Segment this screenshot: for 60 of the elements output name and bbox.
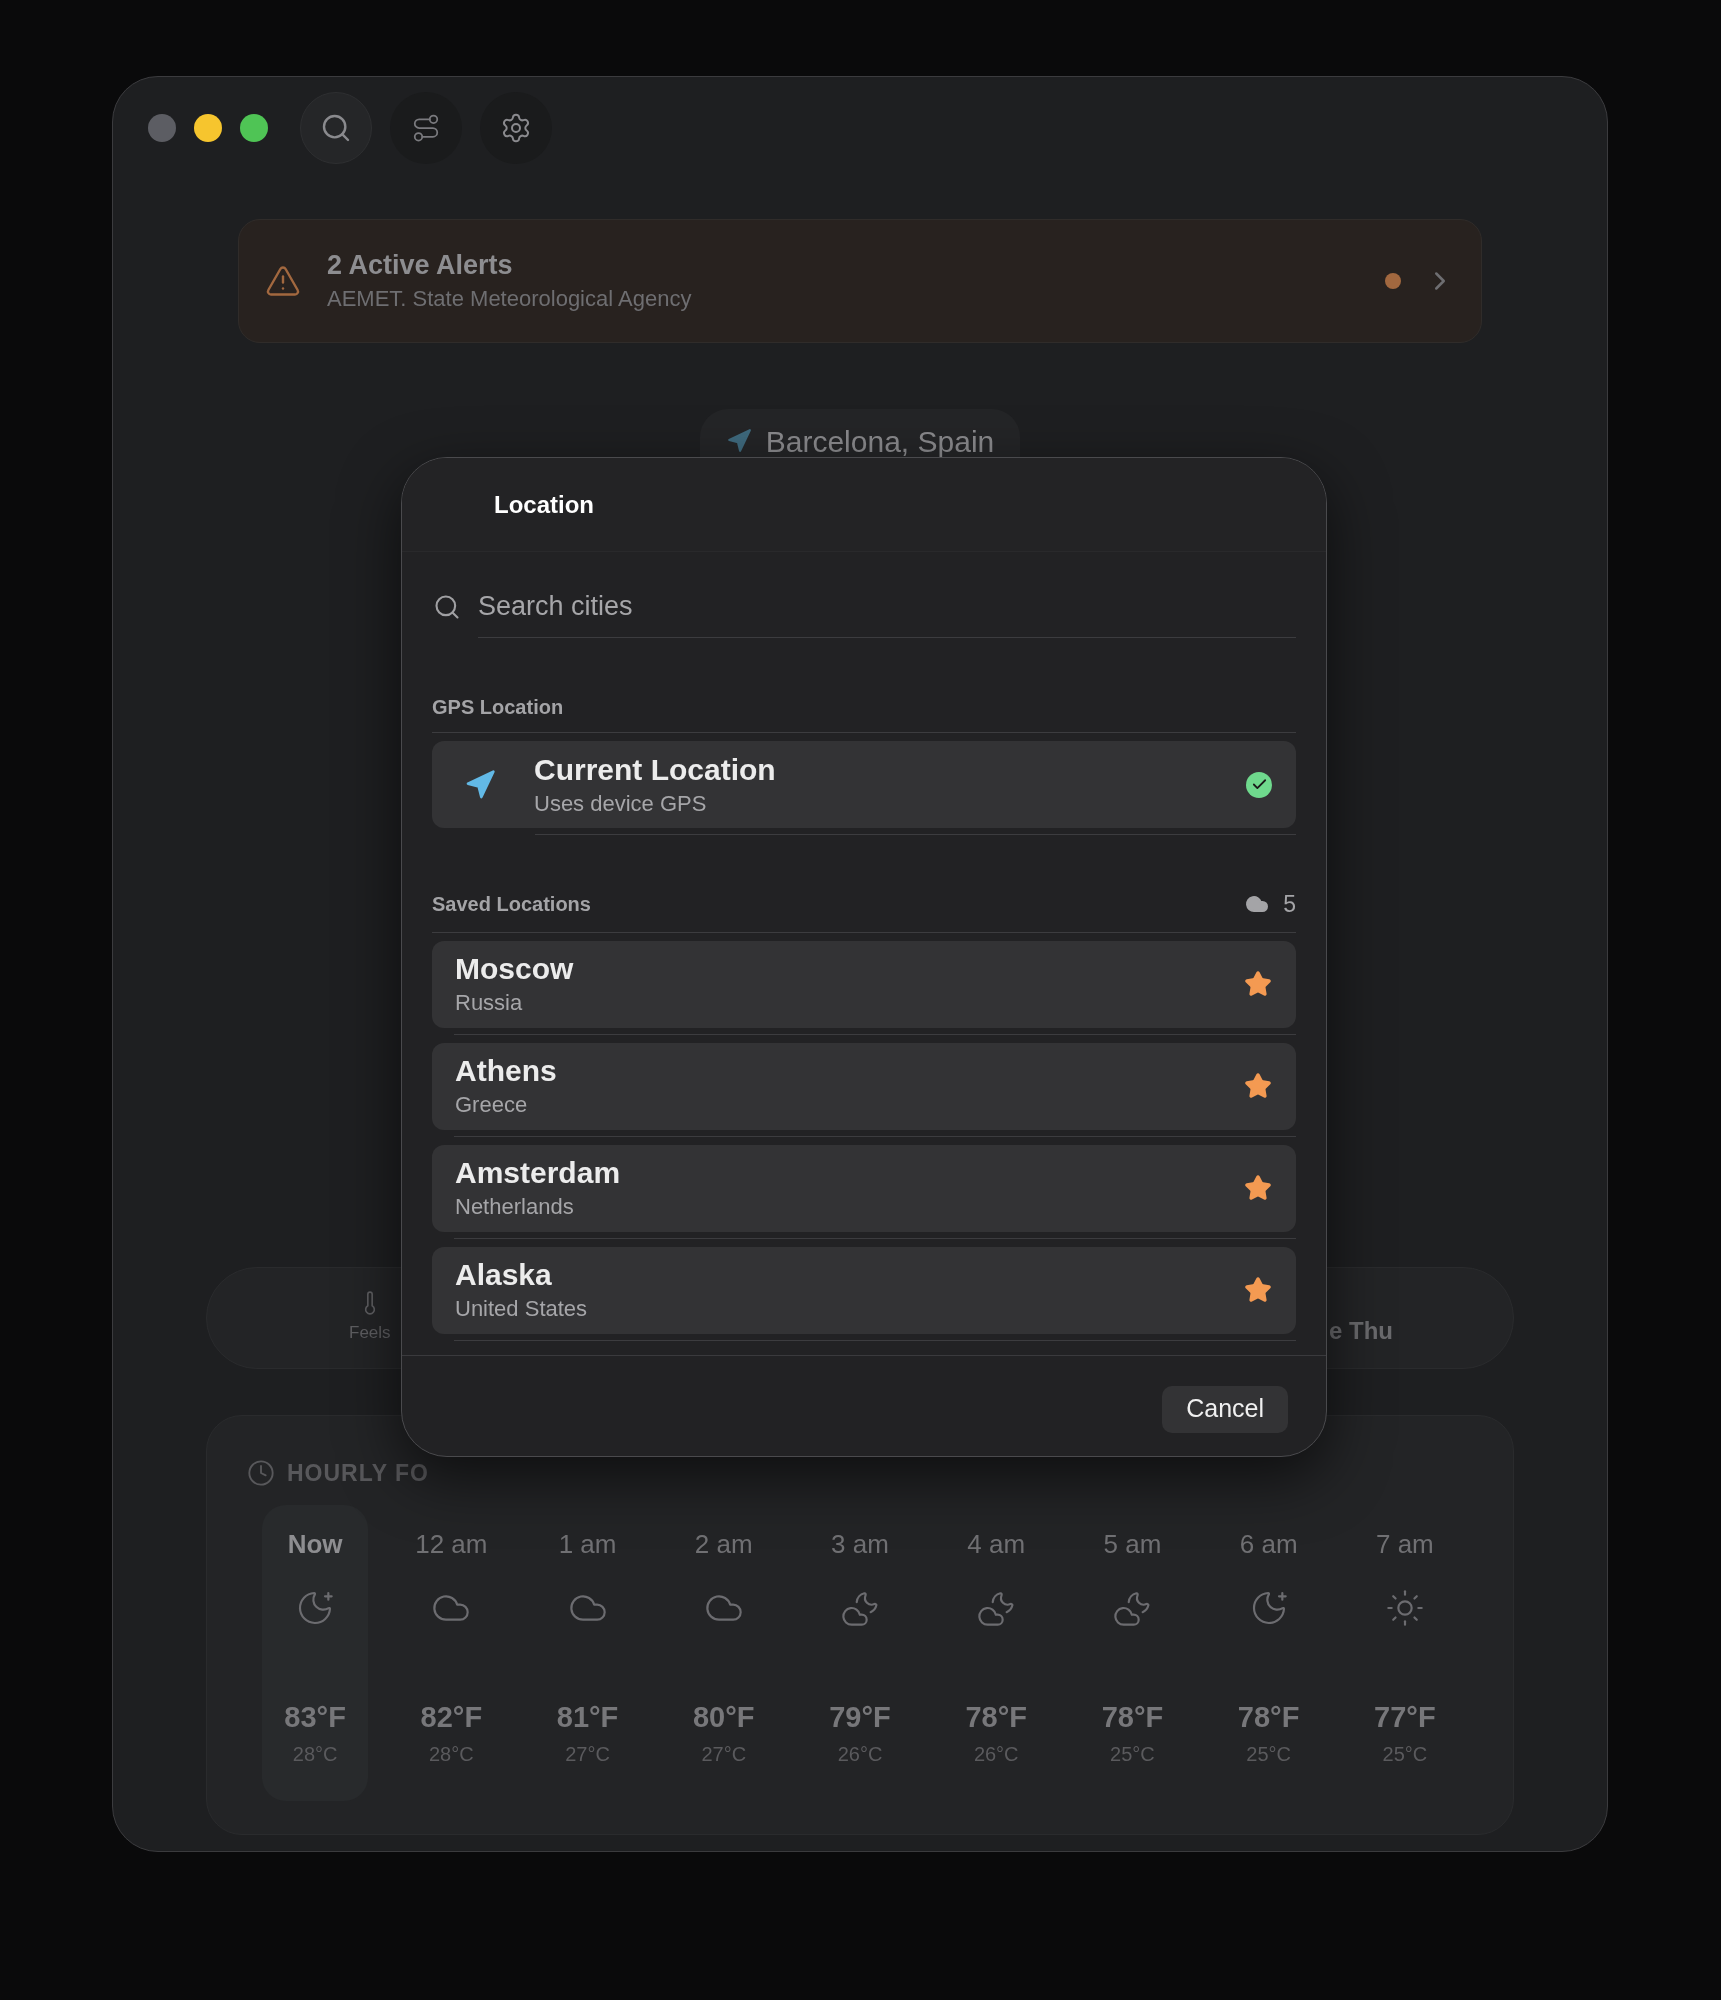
- star-icon[interactable]: [1244, 970, 1272, 998]
- temperature-f: 78°F: [1101, 1699, 1164, 1735]
- hour-label: 2 am: [694, 1527, 753, 1561]
- hour-label: 12 am: [415, 1527, 488, 1561]
- saved-location-row[interactable]: Moscow Russia: [432, 940, 1296, 1028]
- alert-banner[interactable]: 2 Active Alerts AEMET. State Meteorological Agency: [238, 219, 1482, 343]
- window-control[interactable]: [240, 114, 268, 142]
- search-field[interactable]: Search cities: [478, 576, 1296, 638]
- current-location-row[interactable]: Current Location Uses device GPS: [432, 741, 1296, 828]
- hour-label: 1 am: [558, 1527, 617, 1561]
- country-name: Netherlands: [455, 1193, 575, 1221]
- hour-label: Now: [287, 1527, 343, 1561]
- temperature-f: 81°F: [556, 1699, 619, 1735]
- temperature-f: 82°F: [420, 1699, 483, 1735]
- conditions-label: e Thu: [1329, 1316, 1393, 1346]
- star-icon[interactable]: [1244, 1276, 1272, 1304]
- city-name: Athens: [455, 1053, 558, 1089]
- location-arrow-icon: [464, 768, 496, 801]
- location-arrow-icon: [725, 428, 752, 454]
- warning-icon: [265, 263, 301, 299]
- sun-icon: [1384, 1587, 1425, 1628]
- saved-location-row[interactable]: Athens Greece: [432, 1042, 1296, 1130]
- cancel-button[interactable]: Cancel: [1162, 1385, 1288, 1433]
- alert-title: 2 Active Alerts: [327, 249, 514, 282]
- section-heading: Saved Locations: [432, 892, 591, 918]
- star-icon[interactable]: [1244, 1174, 1272, 1202]
- saved-count: 5: [1283, 890, 1296, 919]
- section-heading: GPS Location: [432, 696, 564, 718]
- alert-source: AEMET. State Meteorological Agency: [327, 285, 693, 313]
- saved-location-row[interactable]: Alaska United States: [432, 1246, 1296, 1334]
- city-name: Moscow: [455, 951, 575, 987]
- hour-label: 5 am: [1103, 1527, 1162, 1561]
- hour-label: 6 am: [1239, 1527, 1298, 1561]
- hour-label: 3 am: [831, 1527, 889, 1561]
- dialog-title: Location: [494, 489, 594, 520]
- search-icon: [320, 112, 352, 144]
- temperature-f: 79°F: [829, 1699, 891, 1735]
- star-icon[interactable]: [1244, 1072, 1272, 1100]
- city-name: Alaska: [455, 1257, 553, 1293]
- temperature-f: 78°F: [1237, 1699, 1300, 1735]
- temperature-f: 77°F: [1374, 1699, 1436, 1735]
- settings-icon: [500, 112, 532, 144]
- hour-label: 4 am: [967, 1527, 1026, 1561]
- saved-location-row[interactable]: Amsterdam Netherlands: [432, 1144, 1296, 1232]
- country-name: Greece: [455, 1091, 529, 1119]
- hour-label: 7 am: [1375, 1527, 1434, 1561]
- temperature-f: 78°F: [965, 1699, 1027, 1735]
- location-label: Barcelona, Spain: [765, 423, 995, 460]
- route-icon: [411, 113, 441, 143]
- country-name: United States: [455, 1295, 589, 1323]
- temperature-f: 80°F: [692, 1699, 755, 1735]
- window-control[interactable]: [194, 114, 222, 142]
- city-name: Amsterdam: [455, 1155, 622, 1191]
- country-name: Russia: [455, 989, 524, 1017]
- temperature-f: 83°F: [284, 1699, 346, 1735]
- conditions-label: Feels: [349, 1322, 391, 1345]
- row-title: Current Location: [534, 751, 777, 788]
- search-icon: [433, 593, 461, 621]
- clock-icon: [247, 1459, 275, 1488]
- row-subtitle: Uses device GPS: [534, 789, 708, 818]
